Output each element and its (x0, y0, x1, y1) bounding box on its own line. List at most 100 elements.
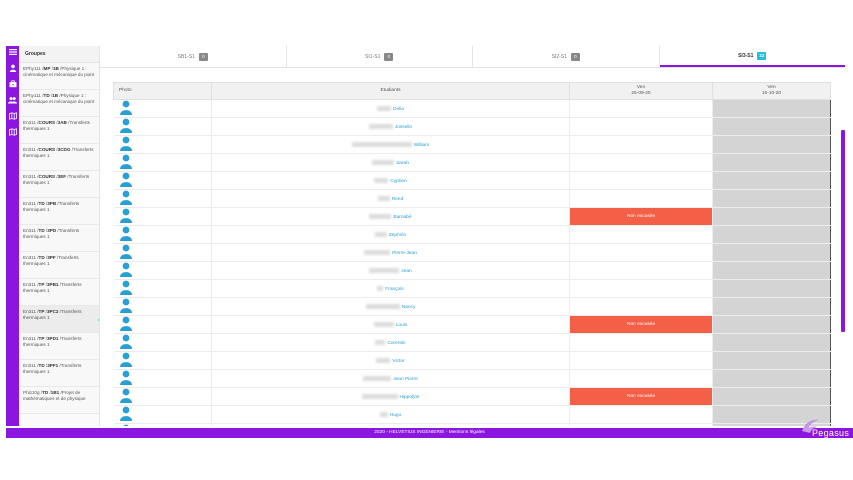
student-photo[interactable] (113, 225, 212, 244)
group-item[interactable]: En311 /TD /3PF1 /Transferts thermiques 1 (19, 360, 99, 387)
student-photo[interactable] (113, 99, 212, 118)
student-name-cell[interactable]: Cyprien (211, 171, 570, 190)
student-name-cell[interactable]: Delia (211, 99, 570, 118)
attendance-cell-date-1[interactable] (569, 423, 713, 426)
tab-si1-s1[interactable]: SI1-S1 0 (287, 46, 473, 67)
student-photo[interactable] (113, 423, 212, 426)
student-name-cell[interactable]: Nancy (211, 297, 570, 316)
attendance-cell-date-2[interactable] (712, 225, 831, 244)
attendance-cell-date-2[interactable] (712, 135, 831, 154)
student-name-cell[interactable]: Sarah (211, 153, 570, 172)
attendance-cell-date-1[interactable] (569, 279, 713, 298)
attendance-cell-date-2[interactable] (712, 153, 831, 172)
column-header-date-1[interactable]: Ven 25-09-20 (569, 82, 713, 100)
student-photo[interactable] (113, 387, 212, 406)
student-name-cell[interactable]: Zephirin (211, 225, 570, 244)
menu-icon[interactable] (6, 48, 19, 62)
attendance-cell-date-2[interactable] (712, 117, 831, 136)
student-name-cell[interactable]: Jean (211, 261, 570, 280)
attendance-cell-date-1[interactable] (569, 261, 713, 280)
student-photo[interactable] (113, 279, 212, 298)
attendance-cell-date-2[interactable] (712, 351, 831, 370)
scrollbar-thumb[interactable] (841, 130, 845, 332)
attendance-cell-date-1[interactable] (569, 243, 713, 262)
attendance-cell-date-2[interactable] (712, 171, 831, 190)
tab-sb1-s1[interactable]: SB1-S1 0 (100, 46, 287, 67)
student-photo[interactable] (113, 315, 212, 334)
attendance-cell-date-1[interactable] (569, 351, 713, 370)
student-photo[interactable] (113, 405, 212, 424)
student-photo[interactable] (113, 207, 212, 226)
student-name-cell[interactable]: Josselin (211, 117, 570, 136)
attendance-cell-date-1[interactable] (569, 135, 713, 154)
student-photo[interactable] (113, 369, 212, 388)
group-item[interactable]: Phi110g /TD /1B1 /Projet de mathématique… (19, 387, 99, 414)
attendance-cell-date-2[interactable] (712, 387, 831, 406)
tab-si3-s1[interactable]: SI3-S1 22 (659, 46, 845, 67)
student-name-cell[interactable]: Jean Pierre (211, 369, 570, 388)
student-name-cell[interactable]: Louis (211, 315, 570, 334)
student-photo[interactable] (113, 333, 212, 352)
attendance-cell-date-2[interactable] (712, 279, 831, 298)
attendance-cell-date-2[interactable] (712, 207, 831, 226)
student-photo[interactable] (113, 297, 212, 316)
student-photo[interactable] (113, 135, 212, 154)
group-item[interactable]: En311 /COURS /3AB /Transferts thermiques… (19, 117, 99, 144)
footer-text[interactable]: 2020 - HELVETIUS INGENIERIE - Mentions l… (374, 430, 485, 435)
student-name-cell[interactable]: Ovis-Mahmud (211, 423, 570, 426)
group-item[interactable]: En311 /TP /3PC2 /Transferts thermiques 1 (19, 306, 99, 333)
attendance-cell-date-2[interactable] (712, 99, 831, 118)
group-item[interactable]: En311 /TP /3PD1 /Transferts thermiques 1 (19, 333, 99, 360)
attendance-cell-date-1[interactable]: Non excusée (569, 207, 713, 226)
attendance-cell-date-1[interactable] (569, 117, 713, 136)
attendance-cell-date-1[interactable] (569, 171, 713, 190)
attendance-cell-date-2[interactable] (712, 297, 831, 316)
map-icon[interactable] (6, 112, 19, 126)
student-photo[interactable] (113, 243, 212, 262)
student-name-cell[interactable]: Pierre-Jean (211, 243, 570, 262)
attendance-cell-date-1[interactable] (569, 405, 713, 424)
student-name-cell[interactable]: François (211, 279, 570, 298)
attendance-cell-date-1[interactable] (569, 225, 713, 244)
student-photo[interactable] (113, 117, 212, 136)
attendance-cell-date-2[interactable] (712, 333, 831, 352)
student-name-cell[interactable]: William (211, 135, 570, 154)
attendance-cell-date-2[interactable] (712, 261, 831, 280)
attendance-cell-date-1[interactable]: Non excusée (569, 315, 713, 334)
student-name-cell[interactable]: Hippolyte (211, 387, 570, 406)
student-name-cell[interactable]: Barnabé (211, 207, 570, 226)
student-photo[interactable] (113, 189, 212, 208)
student-photo[interactable] (113, 351, 212, 370)
student-photo[interactable] (113, 153, 212, 172)
tab-si2-s1[interactable]: SI2-S1 0 (473, 46, 660, 67)
student-name-cell[interactable]: Reed (211, 189, 570, 208)
attendance-cell-date-2[interactable] (712, 315, 831, 334)
group-item[interactable]: En311 /COURS /3EF /Transferts thermiques… (19, 171, 99, 198)
student-photo[interactable] (113, 261, 212, 280)
group-item[interactable]: En311 /COURS /3CDG /Transferts thermique… (19, 144, 99, 171)
group-item[interactable]: EPhy111 /TD /1B /Physique 1 : cinématiqu… (19, 90, 99, 117)
attendance-cell-date-2[interactable] (712, 369, 831, 388)
attendance-cell-date-1[interactable] (569, 99, 713, 118)
attendance-cell-date-1[interactable] (569, 333, 713, 352)
attendance-cell-date-1[interactable] (569, 297, 713, 316)
group-item[interactable]: EPhy111 /MP /1B /Physique 1 : cinématiqu… (19, 63, 99, 90)
student-name-cell[interactable]: Corentin (211, 333, 570, 352)
column-header-date-2[interactable]: Ven 16-10-20 (712, 82, 831, 100)
group-item[interactable]: En311 /TD /3PD /Transferts thermiques 1 (19, 225, 99, 252)
briefcase-icon[interactable] (6, 80, 19, 94)
group-item[interactable]: En311 /TD /3PF /Transferts thermiques 1 (19, 252, 99, 279)
attendance-cell-date-1[interactable] (569, 153, 713, 172)
group-item[interactable]: En311 /TP /3PB1 /Transferts thermiques 1 (19, 279, 99, 306)
user-icon[interactable] (6, 64, 19, 78)
attendance-cell-date-1[interactable]: Non excusée (569, 387, 713, 406)
student-name-cell[interactable]: Hugo (211, 405, 570, 424)
attendance-cell-date-2[interactable] (712, 189, 831, 208)
map-alt-icon[interactable] (6, 128, 19, 142)
attendance-cell-date-1[interactable] (569, 189, 713, 208)
attendance-cell-date-1[interactable] (569, 369, 713, 388)
student-name-cell[interactable]: Victor (211, 351, 570, 370)
student-photo[interactable] (113, 171, 212, 190)
attendance-cell-date-2[interactable] (712, 243, 831, 262)
group-item[interactable]: En311 /TD /3PB /Transferts thermiques 1 (19, 198, 99, 225)
